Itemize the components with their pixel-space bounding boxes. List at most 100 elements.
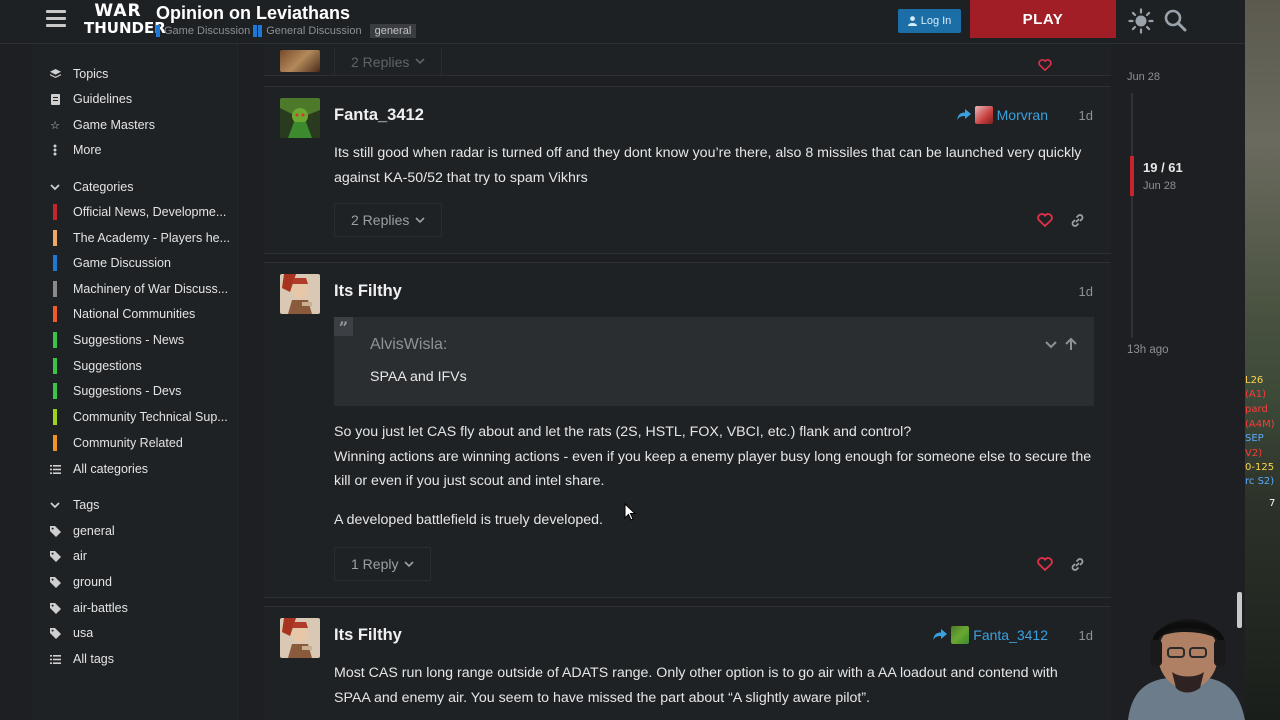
like-button[interactable] — [1030, 549, 1060, 579]
quote-block: ” AlvisWisla: SPAA and IFVs — [334, 317, 1094, 406]
avatar[interactable] — [280, 618, 320, 658]
post-its-filthy-1: Its Filthy 1d ” AlvisWisla: SPAA and IFV… — [264, 262, 1111, 598]
sidebar-category-community-related[interactable]: Community Related — [49, 434, 234, 452]
avatar[interactable] — [280, 274, 320, 314]
timeline-start-date[interactable]: Jun 28 — [1127, 71, 1160, 83]
star-icon: ☆ — [50, 119, 60, 132]
hamburger-menu-icon[interactable] — [46, 10, 66, 28]
sidebar-tag-air-battles[interactable]: air-battles — [49, 599, 234, 617]
sidebar-category-national-communities[interactable]: National Communities — [49, 305, 234, 323]
timeline-position-date: Jun 28 — [1143, 180, 1177, 192]
topic-title[interactable]: Opinion on Leviathans — [156, 3, 350, 24]
post-username[interactable]: Its Filthy — [334, 282, 402, 301]
go-to-quoted-arrow-icon[interactable] — [1064, 337, 1078, 351]
sidebar-all-tags[interactable]: All tags — [49, 650, 234, 668]
reply-to-avatar — [974, 106, 993, 124]
heart-icon — [1037, 557, 1053, 571]
quote-author[interactable]: AlvisWisla: — [370, 336, 447, 354]
post-fanta: Fanta_3412 Morvran 1d Its still good whe… — [264, 86, 1111, 254]
share-link-button[interactable] — [1062, 205, 1092, 235]
logo-line-2: THUNDER — [84, 19, 166, 37]
post-its-filthy-2: Its Filthy Fanta_3412 1d Most CAS run lo… — [264, 606, 1111, 720]
sidebar-category-machinery-of-war[interactable]: Machinery of War Discuss... — [49, 280, 234, 298]
sidebar-all-categories[interactable]: All categories — [49, 460, 234, 478]
link-icon — [1071, 557, 1083, 571]
user-icon — [907, 16, 917, 26]
post-username[interactable]: Fanta_3412 — [334, 106, 424, 125]
sidebar-tag-usa[interactable]: usa — [49, 624, 234, 642]
tag-icon — [49, 576, 61, 588]
background-game-window: L26 (A1) pard (A4M) SEP V2) 0-125 rc S2)… — [1245, 0, 1280, 720]
game-overlay-text: (A4M) — [1245, 419, 1275, 430]
reply-arrow-icon — [933, 629, 948, 640]
chevron-down-icon — [404, 560, 415, 567]
sidebar-tags-header[interactable]: Tags — [49, 496, 234, 514]
share-link-button[interactable] — [1062, 549, 1092, 579]
tag-icon — [49, 602, 61, 614]
post-date[interactable]: 1d — [1079, 284, 1093, 299]
reply-to-avatar — [951, 626, 970, 644]
sidebar-categories-header[interactable]: Categories — [49, 178, 234, 196]
sidebar-category-suggestions-news[interactable]: Suggestions - News — [49, 331, 234, 349]
sidebar-item-more[interactable]: More — [49, 141, 234, 159]
game-overlay-text: 7 — [1269, 498, 1276, 509]
search-icon[interactable] — [1163, 8, 1187, 32]
login-button[interactable]: Log In — [898, 9, 961, 33]
sidebar-category-community-tech-support[interactable]: Community Technical Sup... — [49, 408, 234, 426]
chevron-down-icon — [49, 499, 61, 511]
breadcrumb-game-discussion[interactable]: Game Discussion — [156, 25, 250, 37]
theme-toggle-sun-icon[interactable] — [1128, 8, 1154, 34]
reply-to-indicator[interactable]: Fanta_3412 — [933, 626, 1048, 644]
post-paragraph: A developed battlefield is truely develo… — [334, 511, 603, 528]
site-header: WAR THUNDER Opinion on Leviathans Game D… — [0, 0, 1245, 44]
quote-controls — [1044, 337, 1078, 351]
guidelines-icon — [49, 93, 61, 105]
avatar[interactable] — [280, 98, 320, 138]
like-button[interactable] — [1030, 50, 1060, 80]
tag-icon — [49, 627, 61, 639]
post-username[interactable]: Its Filthy — [334, 626, 402, 645]
post-paragraph-line: So you just let CAS fly about and let th… — [334, 424, 912, 440]
sidebar-item-game-masters[interactable]: ☆ Game Masters — [49, 116, 234, 134]
sidebar-item-guidelines[interactable]: Guidelines — [49, 90, 234, 108]
post-date[interactable]: 1d — [1079, 108, 1093, 123]
replies-toggle-button[interactable]: 1 Reply — [334, 547, 432, 581]
replies-toggle-button[interactable]: 2 Replies — [334, 203, 443, 237]
war-thunder-logo[interactable]: WAR THUNDER — [84, 3, 166, 39]
sidebar-category-official-news[interactable]: Official News, Developme... — [49, 203, 234, 221]
expand-quote-chevron-icon[interactable] — [1044, 337, 1058, 351]
sidebar-category-suggestions[interactable]: Suggestions — [49, 357, 234, 375]
avatar[interactable] — [280, 50, 320, 72]
tag-icon — [49, 550, 61, 562]
chevron-down-icon — [49, 181, 61, 193]
timeline-position: 19 / 61 — [1143, 160, 1183, 175]
like-button[interactable] — [1030, 205, 1060, 235]
sidebar-tag-air[interactable]: air — [49, 547, 234, 565]
game-overlay-text: pard — [1245, 404, 1268, 415]
breadcrumb-general-discussion[interactable]: General Discussion — [258, 25, 362, 37]
sidebar-category-game-discussion[interactable]: Game Discussion — [49, 254, 234, 272]
tag-icon — [49, 525, 61, 537]
more-vertical-icon — [49, 144, 61, 156]
breadcrumb: Game Discussion General Discussion gener… — [156, 24, 417, 38]
avatar-image — [280, 618, 320, 658]
sidebar-tag-general[interactable]: general — [49, 522, 234, 540]
reply-to-indicator[interactable]: Morvran — [956, 106, 1048, 124]
replies-toggle-button[interactable]: 2 Replies — [334, 48, 443, 76]
play-button[interactable]: PLAY — [970, 0, 1116, 38]
heart-icon — [1037, 213, 1053, 227]
list-icon — [49, 463, 61, 475]
timeline-end-date[interactable]: 13h ago — [1127, 344, 1169, 356]
list-icon — [49, 653, 61, 665]
post-body: So you just let CAS fly about and let th… — [334, 420, 1094, 532]
quote-mark-icon: ” — [334, 317, 353, 337]
sidebar-tag-ground[interactable]: ground — [49, 573, 234, 591]
sidebar-item-topics[interactable]: Topics — [49, 65, 234, 83]
sidebar-category-suggestions-devs[interactable]: Suggestions - Devs — [49, 382, 234, 400]
timeline-scroll-handle[interactable] — [1130, 156, 1134, 196]
timeline-track[interactable] — [1131, 93, 1133, 338]
post-paragraph-line: Winning actions are winning actions - ev… — [334, 448, 1092, 490]
sidebar-category-academy[interactable]: The Academy - Players he... — [49, 229, 234, 247]
game-overlay-text: (A1) — [1245, 389, 1267, 400]
tag-general[interactable]: general — [369, 24, 417, 38]
